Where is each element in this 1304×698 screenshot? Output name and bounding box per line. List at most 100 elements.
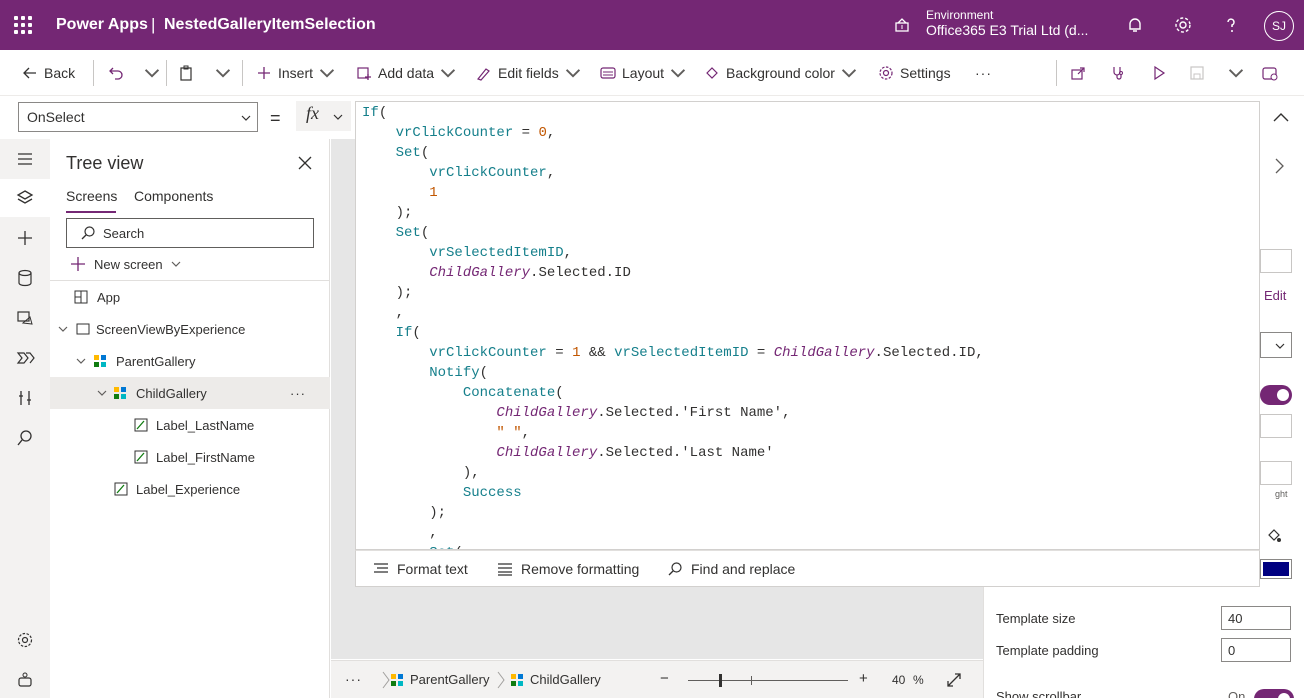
paste-dropdown[interactable]: [215, 62, 231, 84]
tab-screens[interactable]: Screens: [66, 188, 117, 213]
gear-icon: [879, 66, 893, 80]
tree-item-child-gallery[interactable]: ChildGallery ···: [50, 377, 330, 409]
more-breadcrumb-button[interactable]: ···: [345, 671, 362, 687]
code-line: If(: [362, 105, 388, 121]
app-icon: [74, 290, 88, 304]
more-commands-button[interactable]: ···: [975, 62, 992, 84]
add-data-button[interactable]: Add data: [356, 62, 456, 84]
tree-item-label-lastname[interactable]: Label_LastName: [50, 409, 330, 441]
fit-to-window-icon[interactable]: [946, 672, 962, 688]
color-swatch[interactable]: [1260, 559, 1292, 579]
paste-icon: [180, 65, 192, 81]
fill-color-icon[interactable]: [1266, 527, 1282, 543]
zoom-slider[interactable]: [688, 674, 848, 687]
formula-editor[interactable]: If( vrClickCounter = 0, Set( vrClickCoun…: [355, 101, 1260, 550]
toggle-switch[interactable]: [1260, 385, 1292, 405]
formula-format-bar: Format text Remove formatting Find and r…: [355, 550, 1260, 587]
template-padding-input[interactable]: 0: [1221, 638, 1291, 662]
tab-components[interactable]: Components: [134, 188, 213, 204]
chevron-down-icon[interactable]: [58, 324, 68, 334]
zoom-unit: %: [913, 673, 924, 687]
tree-search-input[interactable]: Search: [66, 218, 314, 248]
share-button[interactable]: [1070, 62, 1086, 84]
new-screen-button[interactable]: New screen: [70, 256, 181, 272]
code-line: 1: [429, 185, 438, 201]
publish-button[interactable]: [1262, 62, 1278, 84]
tree-item-screen[interactable]: ScreenViewByExperience: [50, 313, 330, 345]
hamburger-menu-icon[interactable]: [15, 149, 35, 169]
format-text-icon: [374, 563, 388, 573]
environment-name[interactable]: Office365 E3 Trial Ltd (d...: [926, 22, 1088, 38]
power-automate-icon[interactable]: [15, 348, 35, 368]
user-avatar[interactable]: SJ: [1264, 11, 1294, 41]
label-icon: [134, 450, 148, 464]
chevron-down-icon[interactable]: [76, 356, 86, 366]
code-line: Set(: [395, 145, 430, 161]
chevron-down-icon: [841, 69, 857, 78]
background-color-button[interactable]: Background color: [704, 62, 857, 84]
undo-button[interactable]: [108, 62, 124, 84]
close-icon[interactable]: [297, 155, 313, 171]
notifications-icon[interactable]: [1125, 15, 1145, 35]
app-launcher-icon[interactable]: [14, 16, 32, 34]
template-size-input[interactable]: 40: [1221, 606, 1291, 630]
undo-dropdown[interactable]: [144, 62, 160, 84]
chevron-down-icon[interactable]: [1275, 341, 1285, 351]
toggle-state-label: On: [1228, 689, 1246, 698]
settings-icon[interactable]: [15, 630, 35, 650]
save-dropdown[interactable]: [1228, 62, 1244, 84]
format-text-button[interactable]: Format text: [373, 561, 468, 577]
chevron-right-icon[interactable]: [1272, 157, 1286, 175]
preview-play-button[interactable]: [1151, 62, 1167, 84]
more-options-icon[interactable]: ···: [290, 386, 306, 401]
show-scrollbar-label: Show scrollbar: [996, 689, 1082, 698]
property-select[interactable]: OnSelect: [18, 102, 258, 132]
data-icon[interactable]: [15, 268, 35, 288]
media-icon[interactable]: [15, 308, 35, 328]
tree-item-label-experience[interactable]: Label_Experience: [50, 473, 330, 505]
zoom-in-button[interactable]: +: [859, 670, 868, 687]
find-replace-button[interactable]: Find and replace: [667, 561, 795, 577]
scrollbar-toggle[interactable]: [1254, 687, 1294, 698]
code-line: vrSelectedItemID,: [429, 245, 573, 261]
code-line: ChildGallery.Selected.'First Name',: [496, 405, 791, 421]
edit-fields-button[interactable]: Edit fields: [476, 62, 581, 84]
app-checker-button[interactable]: [1110, 62, 1126, 84]
advanced-tools-icon[interactable]: [15, 388, 35, 408]
breadcrumb-parent-gallery[interactable]: ParentGallery: [390, 672, 489, 687]
breadcrumb-child-gallery[interactable]: ChildGallery: [510, 672, 601, 687]
help-icon[interactable]: [1221, 15, 1241, 35]
insert-plus-icon[interactable]: [15, 228, 35, 248]
code-line: );: [362, 285, 413, 301]
template-padding-label: Template padding: [996, 643, 1099, 658]
edit-link[interactable]: Edit: [1264, 288, 1286, 303]
insert-button[interactable]: Insert: [256, 62, 335, 84]
fx-button[interactable]: fx: [296, 101, 351, 131]
chevron-down-icon: [333, 114, 343, 120]
label-icon: [134, 418, 148, 432]
paste-button[interactable]: [178, 62, 194, 84]
chevron-down-icon[interactable]: [97, 388, 107, 398]
zoom-out-button[interactable]: −: [660, 670, 669, 687]
search-icon[interactable]: [15, 428, 35, 448]
canvas-bottom-bar: ··· ParentGallery ChildGallery − + 40 %: [331, 660, 983, 698]
environment-icon: [895, 18, 909, 32]
settings-button[interactable]: Settings: [878, 62, 951, 84]
code-line: Set(: [395, 225, 430, 241]
layout-button[interactable]: Layout: [600, 62, 686, 84]
remove-formatting-button[interactable]: Remove formatting: [497, 561, 639, 577]
gallery-icon: [114, 387, 126, 399]
left-rail: [0, 139, 50, 698]
code-line: ChildGallery.Selected.'Last Name': [496, 445, 774, 461]
save-button[interactable]: [1189, 62, 1205, 84]
screen-icon: [76, 323, 90, 335]
virtual-agent-icon[interactable]: [15, 670, 35, 690]
code-line: Set(: [362, 543, 1259, 549]
tree-item-parent-gallery[interactable]: ParentGallery: [50, 345, 330, 377]
settings-gear-icon[interactable]: [1173, 15, 1193, 35]
back-button[interactable]: Back: [22, 62, 75, 84]
collapse-formula-icon[interactable]: [1272, 110, 1290, 124]
tree-item-label-firstname[interactable]: Label_FirstName: [50, 441, 330, 473]
label-icon: [114, 482, 128, 496]
tree-item-app[interactable]: App: [50, 281, 330, 313]
